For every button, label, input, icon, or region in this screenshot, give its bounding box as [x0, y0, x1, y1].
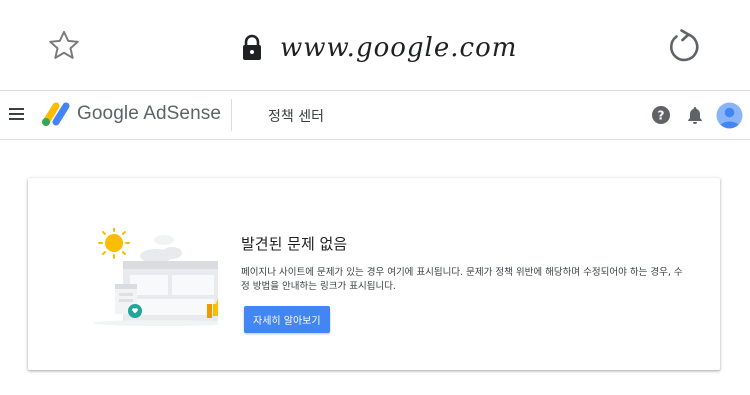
browser-toolbar: www.google.com — [0, 0, 750, 90]
avatar[interactable] — [716, 102, 743, 129]
lock-icon — [240, 34, 264, 62]
shield-badge-icon — [128, 304, 142, 318]
header-divider — [231, 99, 232, 131]
address-bar[interactable]: www.google.com — [240, 28, 517, 68]
star-icon[interactable] — [46, 28, 82, 64]
adsense-logo-icon[interactable] — [40, 101, 70, 127]
app-header: Google AdSense 정책 센터 ? — [0, 91, 750, 140]
card-description: 페이지나 사이트에 문제가 있는 경우 여기에 표시됩니다. 문제가 정책 위반… — [241, 267, 683, 292]
no-issues-illustration — [68, 227, 233, 328]
page-title: 정책 센터 — [268, 109, 324, 125]
main-content: 발견된 문제 없음 페이지나 사이트에 문제가 있는 경우 여기에 표시됩니다.… — [0, 140, 750, 395]
svg-text:?: ? — [658, 109, 665, 123]
policy-status-card: 발견된 문제 없음 페이지나 사이트에 문제가 있는 경우 여기에 표시됩니다.… — [28, 178, 720, 370]
reload-icon[interactable] — [664, 28, 702, 66]
help-icon[interactable]: ? — [651, 105, 671, 125]
learn-more-button[interactable]: 자세히 알아보기 — [244, 306, 330, 333]
hamburger-menu-icon[interactable] — [8, 105, 26, 123]
sun-icon — [98, 227, 130, 259]
bell-icon[interactable] — [686, 105, 704, 125]
product-name[interactable]: Google AdSense — [77, 103, 221, 125]
url-text[interactable]: www.google.com — [280, 33, 517, 63]
card-title: 발견된 문제 없음 — [241, 235, 348, 253]
